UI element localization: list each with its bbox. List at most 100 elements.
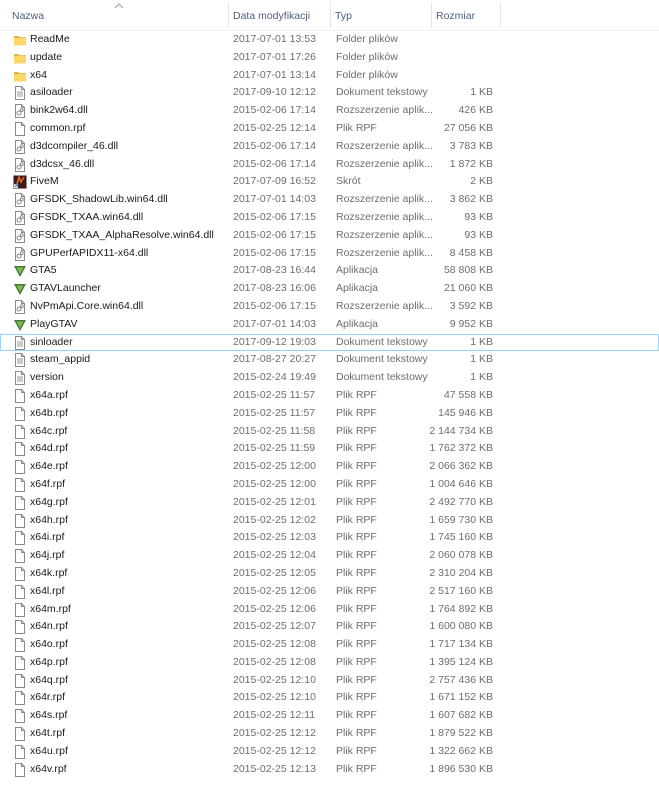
file-type: Plik RPF: [336, 709, 377, 722]
file-type: Folder plików: [336, 33, 398, 45]
dll-file-icon: [13, 193, 27, 208]
file-row[interactable]: x64 2017-07-01 13:14 Folder plików: [0, 67, 659, 85]
file-row[interactable]: x64a.rpf 2015-02-25 11:57 Plik RPF 47 558 K…: [0, 387, 659, 405]
file-row[interactable]: GFSDK_ShadowLib.win64.dll 2017-07-01 14:0…: [0, 191, 659, 209]
column-header-size[interactable]: Rozmiar: [432, 0, 500, 30]
file-modified-date: 2017-08-23 16:44: [233, 264, 316, 277]
file-row[interactable]: x64p.rpf 2015-02-25 12:08 Plik RPF 1 395 12…: [0, 654, 659, 672]
file-row[interactable]: x64n.rpf 2015-02-25 12:07 Plik RPF 1 600 08…: [0, 618, 659, 636]
file-name: x64e.rpf: [30, 460, 68, 473]
file-name: x64i.rpf: [30, 531, 65, 544]
file-row[interactable]: x64o.rpf 2015-02-25 12:08 Plik RPF 1 717 13…: [0, 636, 659, 654]
file-type: Folder plików: [336, 50, 398, 63]
file-row[interactable]: x64f.rpf 2015-02-25 12:00 Plik RPF 1 004 64…: [0, 476, 659, 494]
file-row[interactable]: GPUPerfAPIDX11-x64.dll 2015-02-06 17:15 Ro…: [0, 245, 659, 263]
file-row[interactable]: x64e.rpf 2015-02-25 12:00 Plik RPF 2 066 36…: [0, 458, 659, 476]
file-row[interactable]: d3dcsx_46.dll 2015-02-06 17:14 Rozszerzeni…: [0, 156, 659, 174]
file-name: x64p.rpf: [30, 655, 68, 668]
file-modified-date: 2015-02-06 17:14: [233, 104, 316, 117]
file-row[interactable]: x64s.rpf 2015-02-25 12:11 Plik RPF 1 607 68…: [0, 707, 659, 725]
column-header-type[interactable]: Typ: [331, 0, 431, 30]
file-row[interactable]: FiveM 2017-07-09 16:52 Skrót 2 KB: [0, 173, 659, 191]
file-modified-date: 2015-02-06 17:14: [233, 139, 316, 152]
file-size: 1 KB: [470, 335, 493, 348]
blank-file-icon: [13, 655, 27, 670]
file-row[interactable]: GTAVLauncher 2017-08-23 16:06 Aplikacja 21 …: [0, 280, 659, 298]
file-modified-date: 2015-02-25 11:57: [233, 388, 316, 401]
file-name: x64n.rpf: [30, 620, 68, 633]
file-row[interactable]: update 2017-07-01 17:26 Folder plików: [0, 49, 659, 67]
file-row[interactable]: x64j.rpf 2015-02-25 12:04 Plik RPF 2 060 07…: [0, 547, 659, 565]
file-type: Plik RPF: [336, 460, 377, 473]
file-row[interactable]: version 2015-02-24 19:49 Dokument tekstowy…: [0, 369, 659, 387]
dll-file-icon: [13, 157, 27, 172]
file-type: Plik RPF: [336, 762, 377, 775]
gta-v-app-icon: [13, 282, 27, 296]
file-row[interactable]: x64u.rpf 2015-02-25 12:12 Plik RPF 1 322 66…: [0, 743, 659, 761]
file-row[interactable]: sinloader 2017-09-12 19:03 Dokument teksto…: [0, 333, 659, 352]
file-row[interactable]: ReadMe 2017-07-01 13:53 Folder plików: [0, 31, 659, 49]
file-name: GTA5: [30, 264, 57, 277]
file-row[interactable]: x64b.rpf 2015-02-25 11:57 Plik RPF 145 946 …: [0, 405, 659, 423]
file-size: 1 879 522 KB: [429, 727, 493, 740]
sort-ascending-icon: [114, 3, 124, 9]
file-modified-date: 2015-02-25 12:13: [233, 762, 316, 775]
column-header-date[interactable]: Data modyfikacji: [229, 0, 330, 30]
file-modified-date: 2015-02-25 11:58: [233, 424, 316, 437]
file-size: 1 322 662 KB: [429, 744, 493, 757]
blank-file-icon: [13, 513, 27, 528]
gta-v-app-icon: [13, 264, 27, 278]
column-header-name-label: Nazwa: [12, 10, 45, 22]
file-modified-date: 2015-02-25 12:04: [233, 549, 316, 562]
file-row[interactable]: PlayGTAV 2017-07-01 14:03 Aplikacja 9 952 K…: [0, 316, 659, 334]
file-name: d3dcsx_46.dll: [30, 157, 95, 170]
file-size: 2 492 770 KB: [429, 495, 493, 508]
dll-file-icon: [13, 210, 27, 225]
file-row[interactable]: asiloader 2017-09-10 12:12 Dokument teksto…: [0, 84, 659, 102]
file-size: 3 783 KB: [449, 139, 493, 152]
blank-file-icon: [13, 424, 27, 439]
file-row[interactable]: x64h.rpf 2015-02-25 12:02 Plik RPF 1 659 73…: [0, 512, 659, 530]
file-size: 145 946 KB: [438, 406, 493, 419]
file-type: Plik RPF: [336, 602, 377, 615]
file-row[interactable]: x64t.rpf 2015-02-25 12:12 Plik RPF 1 879 52…: [0, 725, 659, 743]
file-row[interactable]: x64m.rpf 2015-02-25 12:06 Plik RPF 1 764 89…: [0, 601, 659, 619]
file-row[interactable]: x64k.rpf 2015-02-25 12:05 Plik RPF 2 310 20…: [0, 565, 659, 583]
file-size: 3 592 KB: [449, 299, 493, 312]
file-modified-date: 2017-07-01 17:26: [233, 50, 316, 63]
file-row[interactable]: x64l.rpf 2015-02-25 12:06 Plik RPF 2 517 16…: [0, 583, 659, 601]
file-row[interactable]: x64q.rpf 2015-02-25 12:10 Plik RPF 2 757 43…: [0, 672, 659, 690]
file-row[interactable]: x64g.rpf 2015-02-25 12:01 Plik RPF 2 492 77…: [0, 494, 659, 512]
file-name: ReadMe: [30, 33, 70, 45]
file-name: sinloader: [30, 335, 73, 348]
file-modified-date: 2015-02-25 11:57: [233, 406, 316, 419]
file-modified-date: 2017-07-01 14:03: [233, 317, 316, 330]
file-row[interactable]: GFSDK_TXAA.win64.dll 2015-02-06 17:15 Rozs…: [0, 209, 659, 227]
file-row[interactable]: NvPmApi.Core.win64.dll 2015-02-06 17:15 Ro…: [0, 298, 659, 316]
file-type: Skrót: [336, 175, 361, 188]
file-type: Rozszerzenie aplik...: [336, 104, 433, 117]
file-row[interactable]: bink2w64.dll 2015-02-06 17:14 Rozszerzenie…: [0, 102, 659, 120]
file-modified-date: 2017-07-01 13:14: [233, 68, 316, 81]
file-type: Plik RPF: [336, 477, 377, 490]
blank-file-icon: [13, 744, 27, 759]
file-type: Aplikacja: [336, 264, 379, 277]
file-type: Plik RPF: [336, 584, 377, 597]
column-divider[interactable]: [500, 2, 501, 28]
dll-file-icon: [13, 228, 27, 243]
file-row[interactable]: x64c.rpf 2015-02-25 11:58 Plik RPF 2 144 73…: [0, 423, 659, 441]
file-name: x64t.rpf: [30, 727, 66, 740]
file-row[interactable]: common.rpf 2015-02-25 12:14 Plik RPF 27 056…: [0, 120, 659, 138]
file-row[interactable]: GTA5 2017-08-23 16:44 Aplikacja 58 808 KB: [0, 262, 659, 280]
file-modified-date: 2015-02-25 12:10: [233, 673, 316, 686]
file-row[interactable]: x64v.rpf 2015-02-25 12:13 Plik RPF 1 896 53…: [0, 761, 659, 779]
file-row[interactable]: x64d.rpf 2015-02-25 11:59 Plik RPF 1 762 37…: [0, 440, 659, 458]
file-row[interactable]: x64i.rpf 2015-02-25 12:03 Plik RPF 1 745 16…: [0, 529, 659, 547]
file-row[interactable]: GFSDK_TXAA_AlphaResolve.win64.dll 2015-02…: [0, 227, 659, 245]
file-row[interactable]: x64r.rpf 2015-02-25 12:10 Plik RPF 1 671 15…: [0, 689, 659, 707]
file-modified-date: 2017-09-10 12:12: [233, 86, 316, 99]
blank-file-icon: [13, 406, 27, 421]
file-name: FiveM: [30, 175, 59, 188]
file-row[interactable]: d3dcompiler_46.dll 2015-02-06 17:14 Rozsze…: [0, 138, 659, 156]
file-row[interactable]: steam_appid 2017-08-27 20:27 Dokument teks…: [0, 351, 659, 369]
